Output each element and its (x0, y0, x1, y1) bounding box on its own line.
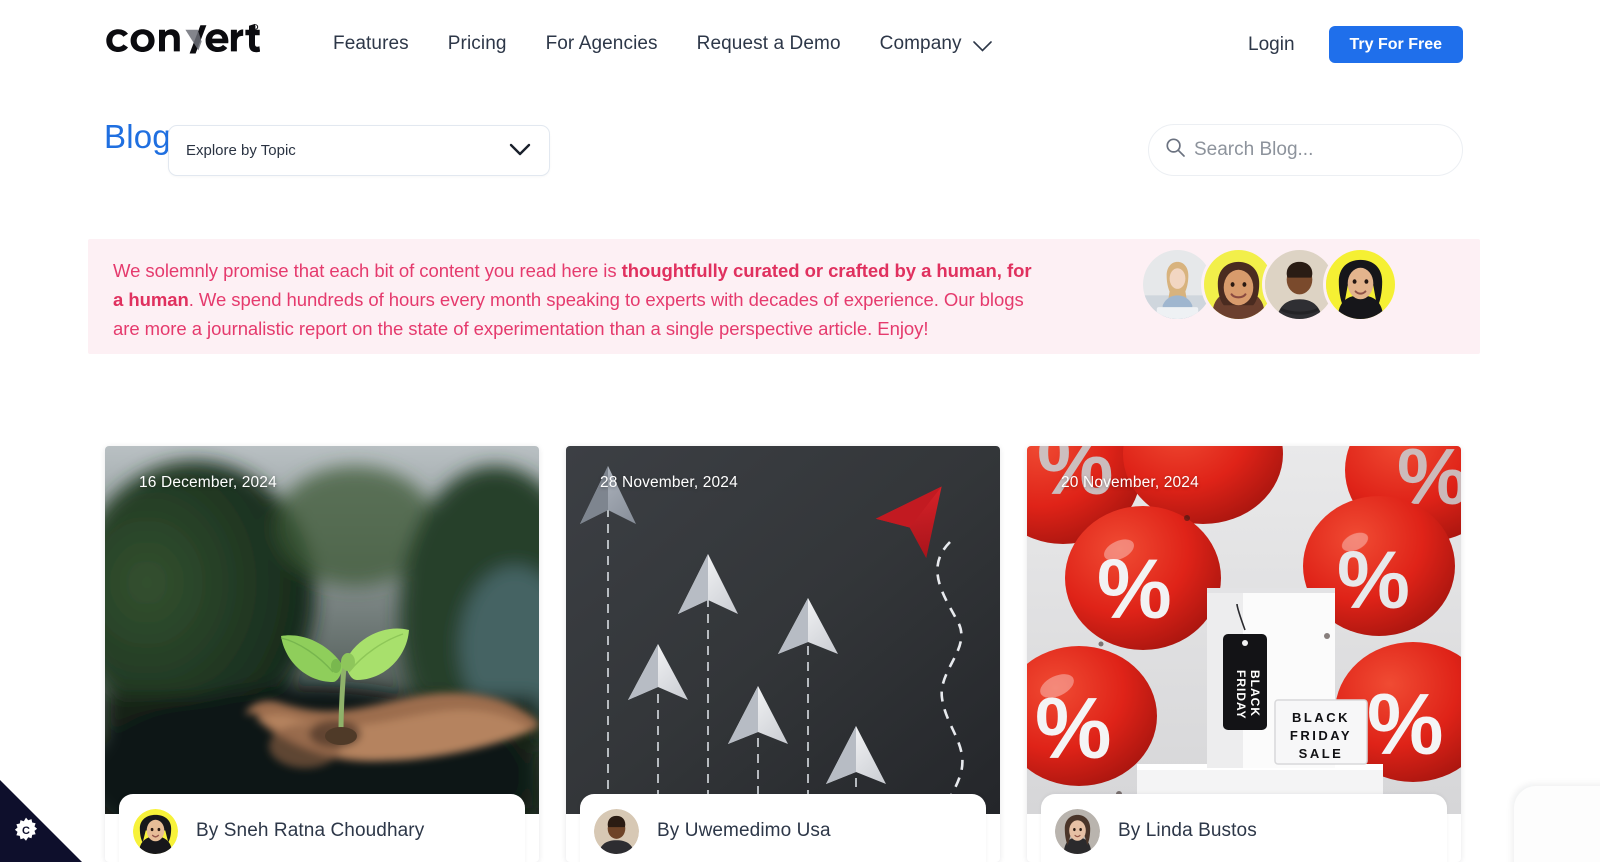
main-navigation: Features Pricing For Agencies Request a … (333, 30, 992, 58)
avatar-woman-smiling (1204, 250, 1273, 319)
login-link[interactable]: Login (1248, 27, 1295, 63)
promise-text: We solemnly promise that each bit of con… (113, 256, 1043, 343)
avatar (594, 808, 639, 854)
blog-card[interactable]: % % % % % % (1027, 446, 1461, 862)
avatar-woman-dark-hair (1326, 250, 1395, 319)
page-title: Blog (104, 118, 171, 155)
nav-item-pricing[interactable]: Pricing (448, 30, 507, 58)
convert-logo[interactable]: R (105, 22, 260, 64)
chevron-down-icon (972, 40, 992, 52)
nav-company-label: Company (879, 33, 962, 54)
svg-text:C: C (22, 825, 30, 837)
card-date: 28 November, 2024 (600, 474, 738, 491)
header-actions: Login Try For Free (1248, 26, 1463, 63)
search-blog-input[interactable]: Search Blog... (1148, 124, 1463, 176)
seedling-in-hand-photo (105, 446, 539, 814)
paper-planes-illustration (566, 446, 1000, 814)
human-promise-banner: We solemnly promise that each bit of con… (88, 239, 1480, 354)
gear-icon: C (11, 816, 41, 851)
promise-text-part-1: We solemnly promise that each bit of con… (113, 260, 622, 281)
cookie-settings-corner[interactable]: C (0, 780, 82, 862)
svg-text:SALE: SALE (1299, 746, 1344, 761)
svg-text:R: R (253, 25, 256, 30)
blog-card[interactable]: 16 December, 2024 By Sneh Ratna Choudhar… (105, 446, 539, 862)
blog-toolbar: Blog Explore by Topic Search Blog... (0, 118, 1600, 178)
promise-text-part-2: . We spend hundreds of hours every month… (113, 289, 1024, 339)
nav-item-company[interactable]: Company (880, 30, 992, 58)
author-avatar-group (1143, 250, 1395, 319)
card-author-name: By Linda Bustos (1118, 820, 1257, 841)
avatar (133, 808, 178, 854)
page-root: R Features Pricing For Agencies Request … (0, 0, 1600, 862)
svg-text:BLACK: BLACK (1248, 670, 1262, 717)
card-author-bar[interactable]: By Linda Bustos (1041, 794, 1447, 862)
svg-text:FRIDAY: FRIDAY (1290, 728, 1352, 743)
nav-item-request-a-demo[interactable]: Request a Demo (697, 30, 841, 58)
avatar (1055, 808, 1100, 854)
site-header: R Features Pricing For Agencies Request … (0, 0, 1600, 90)
chat-launcher-panel[interactable] (1514, 786, 1600, 862)
card-author-bar[interactable]: By Sneh Ratna Choudhary (119, 794, 525, 862)
card-date: 16 December, 2024 (139, 474, 277, 491)
black-friday-balloons-photo: % % % % % % (1027, 446, 1461, 814)
svg-text:FRIDAY: FRIDAY (1234, 670, 1248, 720)
search-placeholder-text: Search Blog... (1194, 139, 1314, 160)
search-icon (1165, 137, 1186, 163)
explore-by-topic-select[interactable]: Explore by Topic (168, 125, 550, 176)
chevron-down-icon (509, 143, 531, 161)
blog-card[interactable]: 28 November, 2024 By Uwemedimo Usa (566, 446, 1000, 862)
nav-item-for-agencies[interactable]: For Agencies (546, 30, 658, 58)
card-date: 20 November, 2024 (1061, 474, 1199, 491)
card-author-bar[interactable]: By Uwemedimo Usa (580, 794, 986, 862)
svg-text:BLACK: BLACK (1292, 710, 1350, 725)
nav-item-features[interactable]: Features (333, 30, 409, 58)
card-author-name: By Sneh Ratna Choudhary (196, 820, 425, 841)
card-author-name: By Uwemedimo Usa (657, 820, 831, 841)
svg-text:%: % (1367, 677, 1443, 773)
try-for-free-button[interactable]: Try For Free (1328, 26, 1463, 63)
avatar-man-arms-crossed (1265, 250, 1334, 319)
topic-select-value: Explore by Topic (186, 142, 296, 159)
blog-card-grid: 16 December, 2024 By Sneh Ratna Choudhar… (105, 446, 1461, 862)
avatar-woman-laptop (1143, 250, 1212, 319)
